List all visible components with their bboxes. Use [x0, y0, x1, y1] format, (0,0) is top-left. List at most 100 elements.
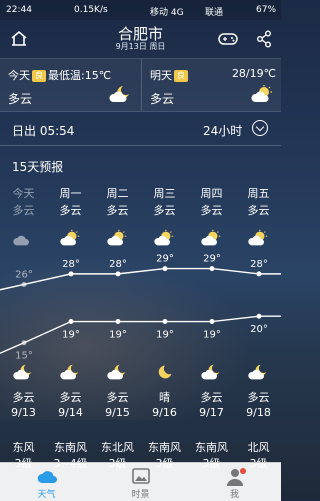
- wind-direction: 东北风: [101, 441, 134, 454]
- cloudy-moon-icon: [109, 86, 129, 102]
- day-name: 周二: [106, 187, 129, 200]
- forecast-day-column[interactable]: 今天 多云: [0, 185, 47, 219]
- day-name: 周五: [247, 187, 270, 200]
- forecast-date: 9/17: [199, 406, 224, 419]
- high-temp-label: 29°: [156, 254, 174, 265]
- tab-scenery[interactable]: 时景: [94, 463, 187, 501]
- status-carrier-2: 联通: [205, 8, 224, 18]
- wind-direction: 东南风: [195, 441, 228, 454]
- status-carrier-1: 移动 4G: [150, 8, 184, 18]
- tomorrow-summary[interactable]: 明天良 28/19℃ 多云: [141, 59, 282, 111]
- bottom-tab-bar: 天气 时景 我: [0, 462, 281, 501]
- day-condition: 多云: [153, 204, 176, 217]
- hourly-toggle-label[interactable]: 24小时: [203, 122, 242, 139]
- night-condition: 晴: [159, 391, 170, 404]
- moon-icon: [158, 365, 172, 379]
- high-temp-point: [21, 281, 27, 287]
- high-temp-label: 29°: [203, 254, 221, 265]
- low-temp-label: 19°: [156, 330, 174, 341]
- high-temp-label: 28°: [62, 259, 80, 270]
- cloudy-sun-icon: [201, 229, 221, 246]
- high-temp-label: 28°: [250, 259, 268, 270]
- low-temp-point: [209, 319, 215, 325]
- high-temp-point: [68, 271, 74, 277]
- aqi-badge: 良: [174, 70, 188, 82]
- gamepad-icon[interactable]: [218, 32, 238, 46]
- day-condition: 多云: [12, 204, 35, 217]
- low-temp-label: 20°: [250, 324, 268, 335]
- status-time: 22:44: [6, 5, 32, 15]
- night-condition: 多云: [59, 391, 82, 404]
- image-icon: [132, 468, 150, 484]
- low-temp-point: [115, 319, 121, 325]
- aqi-badge: 良: [32, 70, 46, 82]
- cloud-icon: [37, 471, 57, 483]
- sunrise-time: 日出 05:54: [12, 124, 75, 138]
- cloudy-sun-icon: [251, 85, 272, 102]
- cloudy-moon-icon: [107, 364, 126, 380]
- today-min-temp: 最低温:15℃: [48, 69, 112, 82]
- low-temp-point: [256, 313, 262, 319]
- high-temp-point: [162, 266, 168, 272]
- day-name: 周一: [59, 187, 82, 200]
- day-condition: 多云: [59, 204, 82, 217]
- wind-direction: 北风: [247, 441, 270, 454]
- today-tomorrow-summary: 今天良最低温:15℃ 多云 明天良 28/19℃ 多云: [0, 58, 281, 112]
- low-temp-label: 15°: [15, 351, 33, 360]
- day-condition: 多云: [247, 204, 270, 217]
- forecast-day-column[interactable]: 周三 多云: [141, 185, 188, 219]
- cloudy-moon-icon: [13, 364, 32, 380]
- tab-me[interactable]: 我: [188, 463, 281, 501]
- cloudy-sun-icon: [107, 229, 127, 246]
- status-battery: 67%: [256, 5, 277, 15]
- forecast-date: 9/15: [105, 406, 130, 419]
- wind-direction: 东风: [12, 441, 35, 454]
- tab-label: 天气: [37, 490, 56, 500]
- tomorrow-label: 明天: [150, 69, 172, 82]
- divider: [0, 145, 281, 146]
- forecast-day-column[interactable]: 周一 多云: [47, 185, 94, 219]
- forecast-day-column[interactable]: 周五 多云: [235, 185, 282, 219]
- cloudy-moon-icon: [201, 364, 220, 380]
- forecast-date: 9/18: [246, 406, 271, 419]
- tab-label: 时景: [131, 490, 150, 500]
- low-temp-label: 19°: [203, 330, 221, 341]
- temperature-chart: 26° 28° 28° 29° 29° 28° 15° 19° 19° 19° 19° 20°: [0, 254, 281, 360]
- night-condition: 多云: [12, 391, 35, 404]
- cloudy-sun-icon: [60, 229, 80, 246]
- low-temp-point: [21, 340, 27, 346]
- high-temp-point: [256, 271, 262, 277]
- night-condition: 多云: [106, 391, 129, 404]
- status-speed: 0.15K/s: [74, 5, 108, 15]
- sunrise-row: 日出 05:54 24小时: [0, 117, 281, 141]
- low-temp-label: 19°: [62, 330, 80, 341]
- day-name: 周三: [153, 187, 176, 200]
- low-temp-point: [162, 319, 168, 325]
- date-subtitle: 9月13日 周日: [115, 42, 166, 51]
- wind-direction: 东南风: [54, 441, 87, 454]
- wind-direction: 东南风: [148, 441, 181, 454]
- chevron-down-icon[interactable]: [252, 120, 268, 136]
- forecast-date: 9/14: [58, 406, 83, 419]
- high-temp-point: [115, 271, 121, 277]
- high-temp-label: 28°: [109, 259, 127, 270]
- forecast-day-column[interactable]: 周二 多云: [94, 185, 141, 219]
- cloudy-sun-icon: [248, 229, 268, 246]
- today-condition: 多云: [8, 92, 33, 106]
- forecast-day-column[interactable]: 周四 多云: [188, 185, 235, 219]
- tomorrow-condition: 多云: [150, 92, 175, 106]
- high-temp-point: [209, 266, 215, 272]
- day-name: 今天: [12, 187, 35, 200]
- status-bar: 22:44 0.15K/s 移动 4G 联通 67%: [0, 0, 281, 20]
- cloudy-moon-icon: [60, 364, 79, 380]
- low-temp-line: [0, 315, 281, 354]
- night-condition: 多云: [247, 391, 270, 404]
- today-summary[interactable]: 今天良最低温:15℃ 多云: [0, 59, 140, 111]
- cloudy-sun-icon: [154, 229, 174, 246]
- share-icon[interactable]: [256, 30, 272, 48]
- cloudy-moon-icon: [248, 364, 267, 380]
- forecast-date: 9/16: [152, 406, 177, 419]
- tab-weather[interactable]: 天气: [0, 463, 93, 501]
- low-temp-point: [68, 319, 74, 325]
- night-condition: 多云: [200, 391, 223, 404]
